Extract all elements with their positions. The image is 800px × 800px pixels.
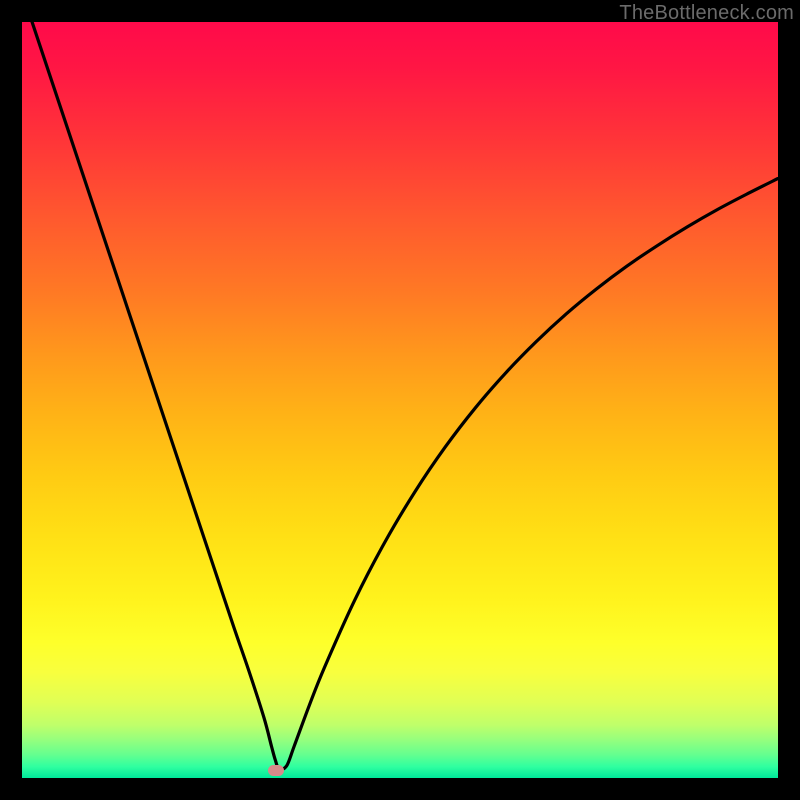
attribution-label: TheBottleneck.com — [619, 2, 794, 25]
bottleneck-curve-path — [22, 22, 778, 769]
plot-area — [22, 22, 778, 778]
curve-svg — [22, 22, 778, 778]
optimal-point-marker — [268, 765, 284, 776]
chart-frame: TheBottleneck.com — [0, 0, 800, 800]
